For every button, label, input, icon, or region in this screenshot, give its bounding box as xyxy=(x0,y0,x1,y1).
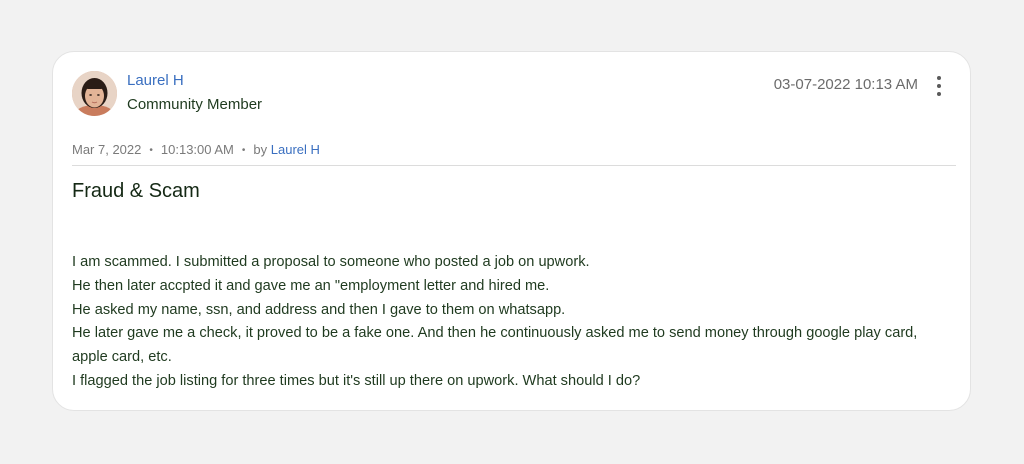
meta-date: Mar 7, 2022 xyxy=(72,142,142,157)
meta-time: 10:13:00 AM xyxy=(160,142,234,157)
post-timestamp: 03-07-2022 10:13 AM xyxy=(773,76,918,93)
author-name-link[interactable]: Laurel H xyxy=(127,72,184,89)
post-meta: Mar 7, 2022 • 10:13:00 AM • by Laurel H xyxy=(72,142,320,157)
separator-dot: • xyxy=(241,145,246,156)
post-card: Laurel H Community Member 03-07-2022 10:… xyxy=(52,51,971,411)
body-line: He later gave me a check, it proved to b… xyxy=(72,325,918,366)
body-line: I am scammed. I submitted a proposal to … xyxy=(72,254,590,270)
meta-author-link[interactable]: Laurel H xyxy=(271,142,320,157)
post-body: I am scammed. I submitted a proposal to … xyxy=(72,251,952,394)
author-avatar[interactable] xyxy=(72,71,117,116)
author-role: Community Member xyxy=(127,96,263,113)
divider xyxy=(72,165,956,166)
body-line: He asked my name, ssn, and address and t… xyxy=(72,301,566,318)
user-avatar-photo-icon xyxy=(72,71,117,116)
post-title: Fraud & Scam xyxy=(72,180,200,202)
meta-by-label: by xyxy=(253,142,268,157)
separator-dot: • xyxy=(149,145,153,156)
body-line: I flagged the job listing for three time… xyxy=(72,372,641,389)
body-line: He then later accpted it and gave me an … xyxy=(72,277,550,294)
more-options-button[interactable] xyxy=(930,74,948,98)
